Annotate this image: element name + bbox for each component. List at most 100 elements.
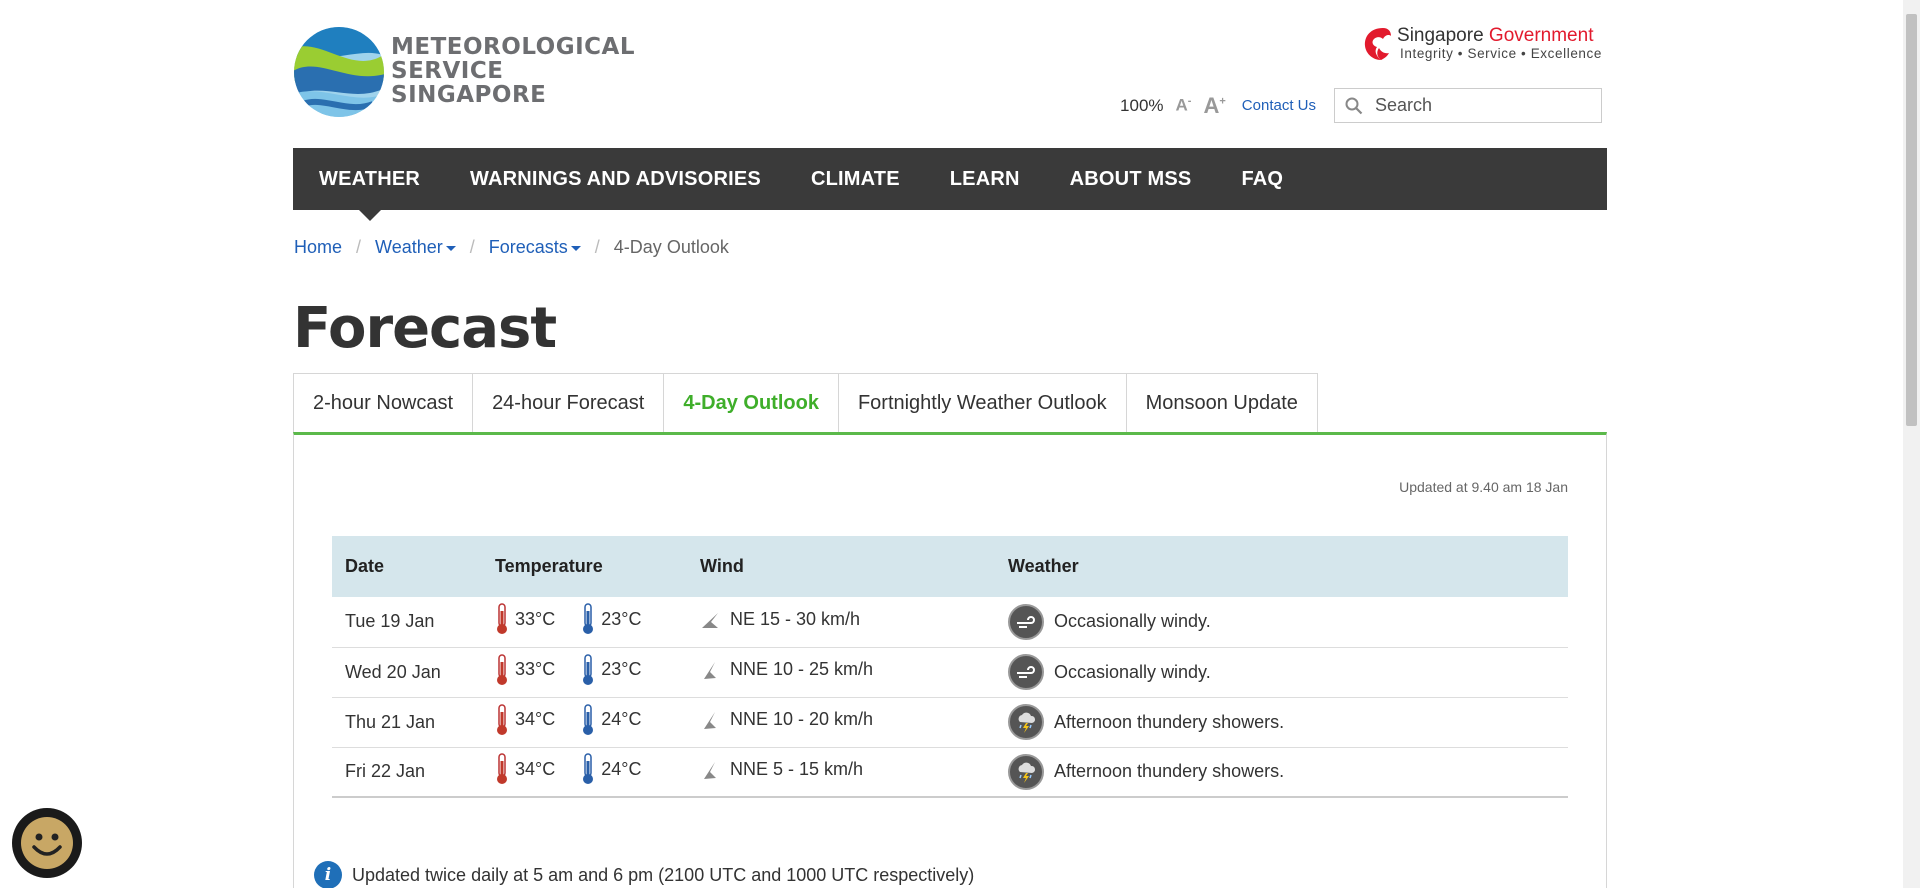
logo-line-1: Meteorological	[391, 33, 635, 60]
wind-direction-icon	[704, 761, 716, 779]
breadcrumb-home[interactable]: Home	[294, 237, 342, 258]
mss-globe-icon	[294, 26, 384, 117]
weather: Afternoon thundery showers.	[1008, 704, 1284, 740]
cell-date: Tue 19 Jan	[332, 597, 482, 648]
weather: Afternoon thundery showers.	[1008, 753, 1285, 790]
breadcrumb-current: 4-Day Outlook	[613, 237, 729, 257]
nav-weather[interactable]: WEATHER	[319, 168, 420, 221]
thermometer-low-icon	[583, 653, 594, 685]
wind-direction-icon	[704, 661, 716, 679]
temp-high-value: 33°C	[515, 608, 556, 629]
zoom-level: 100%	[1120, 95, 1164, 115]
nav-about-mss[interactable]: ABOUT MSS	[1070, 168, 1192, 191]
cell-date: Wed 20 Jan	[332, 647, 482, 698]
feedback-button[interactable]	[12, 808, 82, 878]
cell-date: Fri 22 Jan	[332, 747, 482, 798]
nav-warnings-and-advisories[interactable]: WARNINGS AND ADVISORIES	[470, 168, 761, 191]
logo-line-2: Service	[391, 57, 504, 84]
mss-logo[interactable]: Meteorological Service Singapore	[293, 24, 634, 119]
column-header-weather: Weather	[995, 536, 1568, 597]
gov-word-government: Government	[1488, 25, 1594, 46]
weather-description: Afternoon thundery showers.	[1054, 711, 1285, 732]
thermometer-low-icon	[583, 703, 594, 735]
caret-down-icon	[445, 245, 456, 251]
tab-24-hour-forecast[interactable]: 24-hour Forecast	[472, 373, 664, 434]
temp-low: 23°C	[581, 603, 641, 635]
wind-value: NNE 5 - 15 km/h	[730, 759, 864, 779]
mss-logo-text: Meteorological Service Singapore	[391, 33, 635, 108]
increase-font-label: A	[1203, 92, 1220, 118]
cell-wind: NNE 5 - 15 km/h	[687, 747, 995, 798]
thermometer-high-icon	[497, 753, 507, 785]
breadcrumb-weather[interactable]: Weather	[375, 237, 456, 258]
updated-timestamp: Updated at 9.40 am 18 Jan	[1399, 479, 1568, 495]
weather: Occasionally windy.	[1008, 654, 1211, 690]
scrollbar-thumb[interactable]	[1906, 14, 1917, 426]
table-row: Thu 21 Jan 34°C 24°C NNE 10 - 20 km/h Aftern…	[332, 697, 1568, 748]
nav-climate[interactable]: CLIMATE	[811, 168, 900, 191]
cell-weather: Afternoon thundery showers.	[995, 697, 1568, 748]
lion-head-icon	[1364, 28, 1392, 60]
page-scrollbar[interactable]	[1903, 0, 1920, 888]
breadcrumb-weather-label: Weather	[375, 237, 443, 257]
gov-tagline: Integrity • Service • Excellence	[1400, 46, 1602, 61]
temp-high: 33°C	[495, 653, 556, 686]
search-box[interactable]	[1334, 88, 1602, 123]
table-header-row: Date Temperature Wind Weather	[332, 536, 1568, 597]
info-icon: i	[314, 861, 342, 888]
weather-description: Occasionally windy.	[1054, 661, 1211, 682]
temp-high-value: 34°C	[515, 758, 556, 779]
thermometer-low-icon	[583, 603, 594, 635]
cell-temperature: 34°C 24°C	[482, 747, 687, 798]
nav-faq[interactable]: FAQ	[1241, 168, 1283, 191]
thundery-showers-icon	[1008, 704, 1044, 740]
breadcrumb: Home / Weather / Forecasts / 4-Day Outlo…	[294, 237, 729, 258]
table-row: Wed 20 Jan 33°C 23°C NNE 10 - 25 km/h Occasi…	[332, 647, 1568, 698]
cell-weather: Afternoon thundery showers.	[995, 747, 1568, 798]
thermometer-low-icon	[583, 753, 594, 785]
column-header-temperature: Temperature	[482, 536, 687, 597]
tab-2-hour-nowcast[interactable]: 2-hour Nowcast	[293, 373, 473, 434]
nav-learn[interactable]: LEARN	[950, 168, 1020, 191]
gov-word-singapore: Singapore	[1397, 25, 1484, 46]
search-icon	[1345, 97, 1363, 114]
update-schedule-text: Updated twice daily at 5 am and 6 pm (21…	[352, 864, 975, 885]
decrease-font-label: A	[1175, 95, 1188, 115]
tab-fortnightly-weather-outlook[interactable]: Fortnightly Weather Outlook	[837, 373, 1126, 434]
smiley-face-icon	[21, 817, 73, 869]
increase-font-button[interactable]: A+	[1203, 93, 1225, 119]
thermometer-high-icon	[497, 603, 507, 635]
temp-low-value: 24°C	[601, 709, 642, 729]
search-input[interactable]	[1375, 95, 1575, 116]
forecast-panel: Updated at 9.40 am 18 Jan Date Temperatu…	[293, 432, 1607, 888]
breadcrumb-separator: /	[356, 237, 362, 257]
cell-temperature: 33°C 23°C	[482, 597, 687, 648]
header-tools: 100% A- A+ Contact Us	[1120, 88, 1602, 123]
thermometer-high-icon	[497, 653, 507, 685]
contact-us-link[interactable]: Contact Us	[1242, 97, 1316, 114]
wind: NE 15 - 30 km/h	[700, 609, 860, 630]
logo-line-3: Singapore	[391, 81, 547, 108]
temp-low: 24°C	[581, 703, 642, 736]
cell-wind: NNE 10 - 20 km/h	[687, 697, 995, 748]
singapore-government-brand[interactable]: Singapore Government Integrity • Service…	[1361, 26, 1602, 62]
cell-weather: Occasionally windy.	[995, 597, 1568, 648]
temp-high-value: 33°C	[515, 659, 556, 679]
tab-4-day-outlook[interactable]: 4-Day Outlook	[663, 373, 838, 434]
decrease-font-button[interactable]: A-	[1176, 95, 1192, 116]
breadcrumb-forecasts[interactable]: Forecasts	[489, 237, 581, 258]
wind-direction-icon	[702, 612, 718, 628]
table-row: Fri 22 Jan 34°C 24°C NNE 5 - 15 km/h Afterno…	[332, 747, 1568, 798]
wind-value: NNE 10 - 20 km/h	[730, 709, 874, 730]
update-schedule-note: i Updated twice daily at 5 am and 6 pm (…	[314, 861, 974, 888]
page-title: Forecast	[293, 296, 557, 361]
wind: NNE 10 - 25 km/h	[700, 659, 873, 680]
wind-value: NE 15 - 30 km/h	[730, 609, 861, 629]
weather-description: Occasionally windy.	[1054, 611, 1211, 632]
wind: NNE 10 - 20 km/h	[700, 709, 873, 730]
weather: Occasionally windy.	[1008, 603, 1211, 640]
weather-description: Afternoon thundery showers.	[1054, 761, 1285, 782]
four-day-outlook-table: Date Temperature Wind Weather Tue 19 Jan…	[332, 536, 1568, 798]
tab-monsoon-update[interactable]: Monsoon Update	[1125, 373, 1318, 434]
main-navigation: WEATHER WARNINGS AND ADVISORIES CLIMATE …	[293, 148, 1607, 221]
